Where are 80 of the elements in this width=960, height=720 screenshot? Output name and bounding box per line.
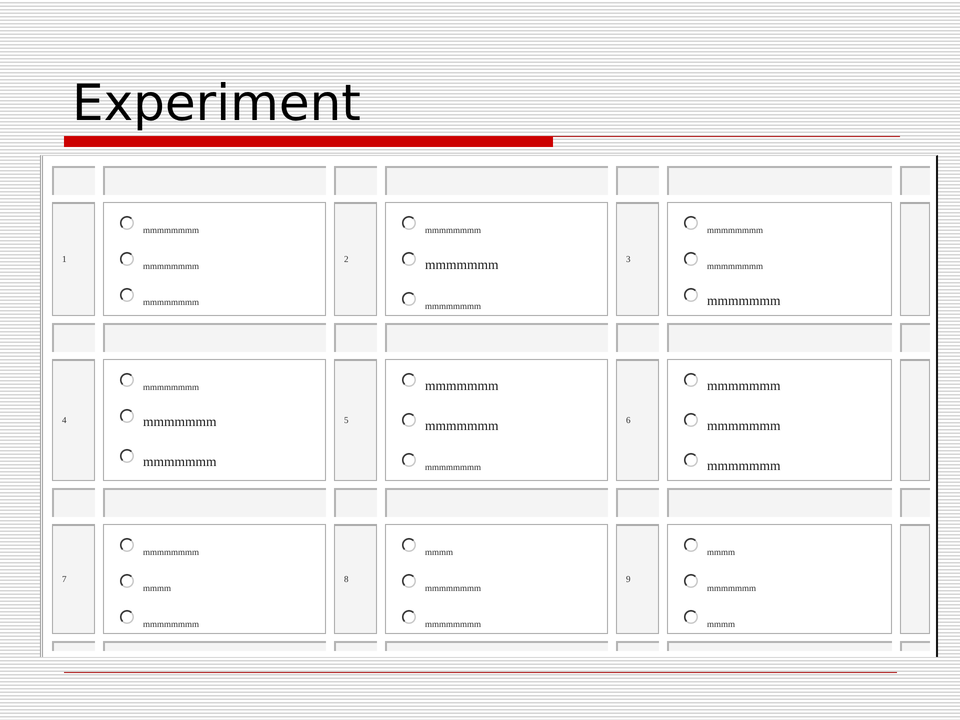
table-cell: 4 xyxy=(52,359,95,481)
table-cell xyxy=(334,323,377,352)
option-label: mmmm xyxy=(707,619,736,629)
radio-button[interactable] xyxy=(684,288,698,302)
table-cell xyxy=(900,641,930,651)
table-cell: 7 xyxy=(52,524,95,634)
option-label: mmmmmmmm xyxy=(143,297,200,307)
radio-button[interactable] xyxy=(402,574,416,588)
radio-button[interactable] xyxy=(402,453,416,467)
radio-button[interactable] xyxy=(402,610,416,624)
radio-button[interactable] xyxy=(120,216,134,230)
table-cell xyxy=(52,641,95,651)
option-label: mmmmmmm xyxy=(707,293,781,308)
radio-button[interactable] xyxy=(120,449,134,463)
table-cell: 3 xyxy=(616,202,659,316)
table-cell xyxy=(334,166,377,195)
table-cell xyxy=(52,166,95,195)
table-cell xyxy=(900,166,930,195)
option-label: mmmmmmmm xyxy=(143,261,200,271)
table-cell xyxy=(52,488,95,517)
radio-button[interactable] xyxy=(402,292,416,306)
option-label: mmmmmmm xyxy=(707,583,756,593)
radio-button[interactable] xyxy=(684,216,698,230)
table-cell xyxy=(52,323,95,352)
table-cell xyxy=(900,323,930,352)
option-label: mmmmmmmm xyxy=(425,301,482,311)
radio-button[interactable] xyxy=(402,252,416,266)
table-cell: 6 xyxy=(616,359,659,481)
table-cell xyxy=(900,488,930,517)
slide-title: Experiment xyxy=(72,73,361,133)
table-cell: 9 xyxy=(616,524,659,634)
table-cell xyxy=(334,641,377,651)
table-cell: 5 xyxy=(334,359,377,481)
table-cell xyxy=(334,488,377,517)
radio-button[interactable] xyxy=(684,413,698,427)
option-label: mmmmmmm xyxy=(707,418,781,433)
table-cell: 8 xyxy=(334,524,377,634)
table-cell xyxy=(616,641,659,651)
option-label: mmmmmmmm xyxy=(143,382,200,392)
radio-button[interactable] xyxy=(120,409,134,423)
table-cell: 2 xyxy=(334,202,377,316)
radio-button[interactable] xyxy=(684,252,698,266)
option-label: mmmmmmmm xyxy=(707,261,764,271)
radio-button[interactable] xyxy=(684,453,698,467)
table-cell: 1 xyxy=(52,202,95,316)
radio-button[interactable] xyxy=(684,610,698,624)
option-label: mmmmmmm xyxy=(143,454,217,469)
table-cell xyxy=(616,166,659,195)
radio-button[interactable] xyxy=(120,288,134,302)
option-label: mmmmmmm xyxy=(425,418,499,433)
option-label: mmmmmmm xyxy=(707,458,781,473)
radio-button[interactable] xyxy=(684,373,698,387)
option-label: mmmmmmmm xyxy=(425,225,482,235)
radio-button[interactable] xyxy=(402,373,416,387)
option-label: mmmmmmmm xyxy=(425,583,482,593)
radio-button[interactable] xyxy=(684,574,698,588)
option-label: mmmmmmmm xyxy=(425,462,482,472)
radio-button[interactable] xyxy=(402,413,416,427)
option-label: mmmmmmm xyxy=(425,378,499,393)
radio-button[interactable] xyxy=(402,538,416,552)
table-cell xyxy=(616,488,659,517)
radio-button[interactable] xyxy=(120,252,134,266)
option-label: mmmm xyxy=(707,547,736,557)
option-label: mmmmmmmm xyxy=(143,225,200,235)
option-label: mmmm xyxy=(143,583,172,593)
radio-button[interactable] xyxy=(120,574,134,588)
radio-button[interactable] xyxy=(120,538,134,552)
radio-button[interactable] xyxy=(684,538,698,552)
option-label: mmmmmmmm xyxy=(143,547,200,557)
option-label: mmmmmmm xyxy=(143,414,217,429)
option-label: mmmmmmm xyxy=(425,257,499,272)
radio-button[interactable] xyxy=(120,373,134,387)
table-cell xyxy=(616,323,659,352)
radio-button[interactable] xyxy=(120,610,134,624)
option-label: mmmmmmmm xyxy=(707,225,764,235)
option-label: mmmm xyxy=(425,547,454,557)
option-label: mmmmmmm xyxy=(707,378,781,393)
option-label: mmmmmmmm xyxy=(143,619,200,629)
option-label: mmmmmmmm xyxy=(425,619,482,629)
radio-button[interactable] xyxy=(402,216,416,230)
